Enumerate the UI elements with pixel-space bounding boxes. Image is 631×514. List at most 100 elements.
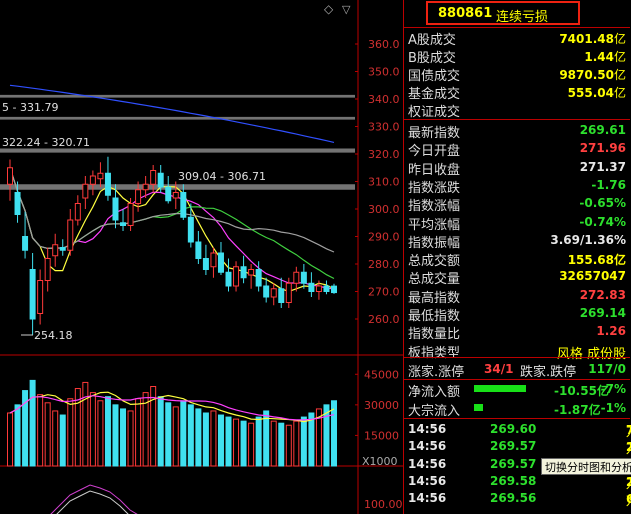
candle-body [315,285,322,292]
candlestick-chart[interactable]: 360.0 350.0 340.0 330.0 320.0 310.0 300.0 290.0… [0,0,403,514]
stat-value: 555.04亿 [568,84,626,101]
index-name: 连续亏损 [496,10,549,25]
candle-body [300,271,307,284]
volume-bar [37,394,44,467]
candle-body [120,222,127,226]
stat-number: 7401.48 [559,32,614,46]
price-tick-label: 260.0 [368,313,400,326]
stat-label: 今日开盘 [408,144,461,160]
candle-body [142,183,149,191]
triangle-icon[interactable]: ▽ [342,3,351,16]
candle-body [263,285,270,298]
market-stat-row: 基金成交 555.04亿 [404,82,630,102]
candle-body [22,236,29,251]
candle-body [104,172,111,196]
price-tick-label: 270.0 [368,286,400,299]
volume-tick-label: 15000 [364,429,399,442]
volume-bar [217,414,224,467]
flow-row: 大宗流入 -1.87亿 -1% [404,399,630,419]
volume-ma10-line [9,395,335,421]
price-tick-label: 280.0 [368,258,400,271]
breadth-row: 涨家.涨停 34/1 跌家.跌停 117/0 [404,360,630,380]
tick-price: 269.56 [490,491,537,506]
flow-pct: -1% [600,400,626,415]
tick-row[interactable]: 14:56269.58269万 [404,473,631,491]
tick-time: 14:56 [408,491,447,506]
stat-label: 总成交额 [408,254,461,270]
volume-bar [52,410,59,467]
resistance-band [0,148,355,153]
index-title-box[interactable]: 880861 连续亏损 [426,1,580,25]
stat-label: 最新指数 [408,126,461,141]
stat-label: 指数量比 [408,327,461,343]
flow-label: 大宗流入 [408,403,461,419]
candle-body [255,269,262,287]
stat-label: 指数涨幅 [408,199,461,215]
volume-bar [14,404,21,467]
stat-value: 271.37 [579,159,626,174]
stat-value: 1.44亿 [584,48,626,65]
price-annotation: 254.18 [34,329,73,342]
volume-bar [67,398,74,467]
stat-value: 269.14 [579,306,626,320]
index-stat-row: 指数涨幅 -0.65% [404,194,630,215]
index-stat-row: 总成交量 32657047 [404,267,630,288]
stat-unit: 亿 [613,32,626,46]
stat-label: 平均涨幅 [408,217,461,233]
tick-price: 269.57 [490,439,537,454]
index-stat-row: 今日开盘 271.96 [404,139,630,160]
candle-body [217,252,224,273]
ma60-line [9,84,335,143]
stat-label: 权证成交 [408,105,461,120]
index-stat-row: 昨日收盘 271.37 [404,158,630,178]
volume-bar [44,402,51,467]
up-label: 涨家.涨停 [408,365,465,380]
indicator-line [50,484,138,514]
market-stat-row: 权证成交 [404,100,630,120]
volume-bar [331,400,337,467]
volume-tick-label: 30000 [364,399,399,412]
stat-unit: 亿 [613,86,626,100]
stat-number: 9870.50 [559,68,614,82]
price-tick-label: 330.0 [368,121,400,134]
resistance-band [0,116,355,120]
tick-row[interactable]: 14:56269.60730万 [404,421,631,439]
candle-body [14,192,21,215]
volume-ma5-line [9,391,335,423]
tick-price: 269.60 [490,422,537,436]
stat-value: -0.65% [579,196,626,211]
volume-bar [157,396,164,467]
stat-value: -1.76 [591,177,626,192]
candle-body [67,219,74,251]
volume-bar [180,400,187,467]
volume-bar [300,416,307,467]
tick-row[interactable]: 14:56269.56669万 [404,490,631,508]
candle-body [74,203,81,221]
stat-value: 272.83 [579,287,626,302]
candle-body [180,192,187,218]
indicator-pane: 100.00 [50,466,403,514]
stat-label: 总成交量 [408,272,461,288]
candle-body [82,183,89,199]
diamond-icon[interactable]: ◇ [324,2,334,16]
tick-row[interactable]: 14:56269.572279万 [404,438,631,456]
candle-body [44,258,51,281]
indicator-tick-label: 100.00 [364,498,403,511]
index-stat-row: 最高指数 272.83 [404,286,630,306]
tick-price: 269.57 [490,456,537,471]
candle-body [127,203,134,226]
candle-body [195,241,202,259]
candle-body [112,197,119,221]
volume-bar [112,404,119,467]
volume-bar [7,412,13,467]
candle-body [270,288,277,298]
volume-tick-label: 45000 [364,368,399,381]
volume-bar [127,410,134,467]
volume-bar [255,416,262,467]
flow-bar [474,403,483,411]
candle-body [52,244,59,257]
volume-bar [120,408,127,467]
candle-body [331,285,337,294]
candle-body [157,172,164,188]
stat-value: 271.96 [579,141,626,156]
